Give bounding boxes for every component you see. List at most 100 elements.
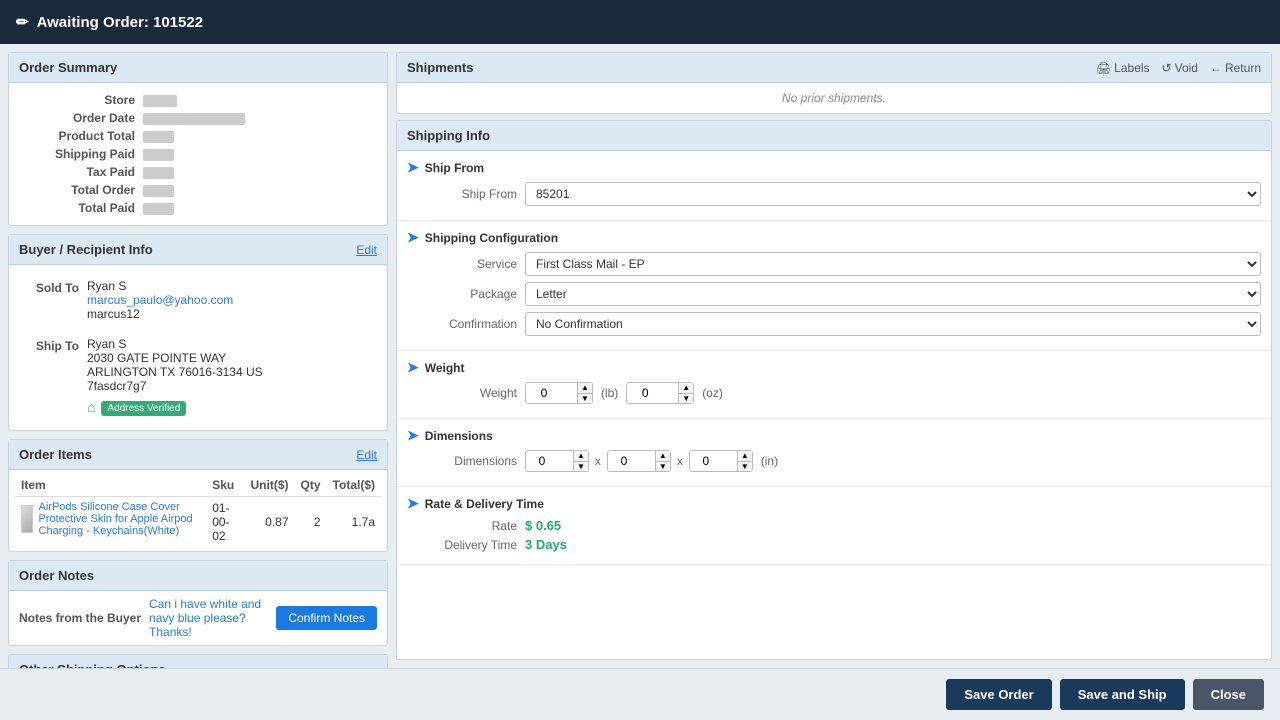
table-row: Tax Paid $ 0.40 bbox=[19, 163, 377, 181]
notes-from-buyer-label: Notes from the Buyer bbox=[19, 611, 141, 625]
weight-title: ➤ Weight bbox=[407, 359, 1261, 376]
lb-unit: (lb) bbox=[601, 386, 618, 400]
weight-lb-spinners: ▲ ▼ bbox=[577, 382, 593, 404]
ship-to-label: Ship To bbox=[19, 337, 79, 416]
delivery-time-value: 3 Days bbox=[525, 537, 567, 552]
dim-x-input[interactable] bbox=[525, 450, 573, 472]
dim-y-separator: x bbox=[677, 454, 683, 468]
total-order-label: Total Order bbox=[19, 181, 139, 199]
weight-oz-up[interactable]: ▲ bbox=[679, 383, 693, 394]
weight-oz-wrap: ▲ ▼ bbox=[626, 382, 694, 404]
dim-y-up[interactable]: ▲ bbox=[656, 451, 670, 462]
col-item: Item bbox=[15, 474, 206, 497]
address-verified-badge: Address Verified bbox=[101, 401, 186, 416]
order-items-body: Item Sku Unit($) Qty Total($) AirPods Si… bbox=[9, 470, 387, 551]
col-total: Total($) bbox=[327, 474, 381, 497]
ship-from-select[interactable]: 85201 bbox=[525, 182, 1261, 206]
other-shipping-title: Other Shipping Options bbox=[19, 662, 166, 668]
order-date-value: 2020-05-23 02:06:37 bbox=[139, 109, 377, 127]
confirmation-select[interactable]: No Confirmation bbox=[525, 312, 1261, 336]
product-total-value: $ 1.7a bbox=[139, 127, 377, 145]
void-button[interactable]: ↺ Void bbox=[1162, 61, 1198, 75]
order-summary-table: Store sgibles Order Date 2020-05-23 02:0… bbox=[19, 91, 377, 217]
order-summary-title: Order Summary bbox=[19, 60, 117, 75]
dim-x-spinners: ▲ ▼ bbox=[573, 450, 589, 472]
item-thumbnail bbox=[21, 505, 33, 533]
dim-x-up[interactable]: ▲ bbox=[574, 451, 588, 462]
weight-oz-down[interactable]: ▼ bbox=[679, 394, 693, 404]
ship-from-section: ➤ Ship From Ship From 85201 bbox=[397, 151, 1271, 221]
product-total-label: Product Total bbox=[19, 127, 139, 145]
table-row: Shipping Paid $ 0.00 bbox=[19, 145, 377, 163]
main-content: Order Summary Store sgibles Order Date 2… bbox=[0, 44, 1280, 668]
shipments-panel: Shipments 🖨 Labels ↺ Void ← Return bbox=[396, 52, 1272, 114]
shipments-actions: 🖨 Labels ↺ Void ← Return bbox=[1096, 61, 1261, 75]
weight-lb-up[interactable]: ▲ bbox=[578, 383, 592, 394]
no-shipments-text: No prior shipments. bbox=[397, 83, 1271, 113]
item-total: 1.7a bbox=[327, 497, 381, 548]
sold-to-email: marcus_paulo@yahoo.com bbox=[87, 293, 233, 307]
rate-value: $ 0.65 bbox=[525, 518, 561, 533]
shipping-paid-value: $ 0.00 bbox=[139, 145, 377, 163]
ship-to-section: Ship To Ryan S 2030 GATE POINTE WAY ARLI… bbox=[9, 329, 387, 424]
weight-inputs: ▲ ▼ (lb) ▲ ▼ (oz) bbox=[525, 382, 727, 404]
labels-button[interactable]: 🖨 Labels bbox=[1096, 61, 1150, 75]
order-summary-header: Order Summary bbox=[9, 53, 387, 83]
shipping-info-title: Shipping Info bbox=[407, 128, 490, 143]
package-label: Package bbox=[407, 287, 517, 301]
order-notes-panel: Order Notes Notes from the Buyer Can i h… bbox=[8, 560, 388, 646]
dim-z-down[interactable]: ▼ bbox=[738, 462, 752, 472]
dim-z-wrap: ▲ ▼ bbox=[689, 450, 753, 472]
left-column: Order Summary Store sgibles Order Date 2… bbox=[8, 52, 388, 660]
close-button[interactable]: Close bbox=[1193, 679, 1264, 710]
order-summary-panel: Order Summary Store sgibles Order Date 2… bbox=[8, 52, 388, 226]
items-edit-button[interactable]: Edit bbox=[356, 448, 377, 462]
items-table: Item Sku Unit($) Qty Total($) AirPods Si… bbox=[15, 474, 381, 547]
weight-oz-input[interactable] bbox=[626, 382, 678, 404]
item-name[interactable]: AirPods Silicone Case Cover Protective S… bbox=[39, 501, 201, 537]
weight-lb-down[interactable]: ▼ bbox=[578, 394, 592, 404]
table-row: AirPods Silicone Case Cover Protective S… bbox=[15, 497, 381, 548]
col-sku: Sku bbox=[206, 474, 244, 497]
total-paid-label: Total Paid bbox=[19, 199, 139, 217]
header: ✏ Awaiting Order: 101522 bbox=[0, 0, 1280, 44]
dim-y-down[interactable]: ▼ bbox=[656, 462, 670, 472]
ship-from-title: ➤ Ship From bbox=[407, 159, 1261, 176]
weight-label: Weight bbox=[407, 386, 517, 400]
dim-y-wrap: ▲ ▼ bbox=[607, 450, 671, 472]
ship-to-addr2: ARLINGTON TX 76016-3134 US bbox=[87, 365, 263, 379]
store-value: sgibles bbox=[139, 91, 377, 109]
save-order-button[interactable]: Save Order bbox=[946, 679, 1051, 710]
confirmation-label: Confirmation bbox=[407, 317, 517, 331]
arrow-icon: ➤ bbox=[407, 159, 419, 176]
order-date-label: Order Date bbox=[19, 109, 139, 127]
item-qty: 2 bbox=[295, 497, 327, 548]
dim-z-up[interactable]: ▲ bbox=[738, 451, 752, 462]
dim-z-input[interactable] bbox=[689, 450, 737, 472]
package-row: Package Letter bbox=[407, 282, 1261, 306]
save-and-ship-button[interactable]: Save and Ship bbox=[1060, 679, 1185, 710]
arrow-icon3: ➤ bbox=[407, 359, 419, 376]
order-summary-body: Store sgibles Order Date 2020-05-23 02:0… bbox=[9, 83, 387, 225]
item-unit: 0.87 bbox=[245, 497, 295, 548]
sold-to-value: Ryan S marcus_paulo@yahoo.com marcus12 bbox=[87, 279, 233, 321]
shipping-paid-label: Shipping Paid bbox=[19, 145, 139, 163]
notes-text: Can i have white and navy blue please? T… bbox=[149, 597, 268, 639]
service-select[interactable]: First Class Mail - EP bbox=[525, 252, 1261, 276]
tax-paid-label: Tax Paid bbox=[19, 163, 139, 181]
weight-lb-input[interactable] bbox=[525, 382, 577, 404]
total-order-value: $ 6.09 bbox=[139, 181, 377, 199]
dim-x-down[interactable]: ▼ bbox=[574, 462, 588, 472]
buyer-edit-button[interactable]: Edit bbox=[356, 243, 377, 257]
return-button[interactable]: ← Return bbox=[1210, 61, 1261, 75]
ship-to-name: Ryan S bbox=[87, 337, 263, 351]
confirm-notes-button[interactable]: Confirm Notes bbox=[276, 606, 377, 630]
buyer-info-title: Buyer / Recipient Info bbox=[19, 242, 153, 257]
page-title: Awaiting Order: 101522 bbox=[37, 14, 203, 31]
dim-y-input[interactable] bbox=[607, 450, 655, 472]
rate-delivery-section: ➤ Rate & Delivery Time Rate $ 0.65 Deliv… bbox=[397, 487, 1271, 565]
weight-section: ➤ Weight Weight ▲ ▼ (lb) bbox=[397, 351, 1271, 419]
package-select[interactable]: Letter bbox=[525, 282, 1261, 306]
order-items-title: Order Items bbox=[19, 447, 92, 462]
col-unit: Unit($) bbox=[245, 474, 295, 497]
